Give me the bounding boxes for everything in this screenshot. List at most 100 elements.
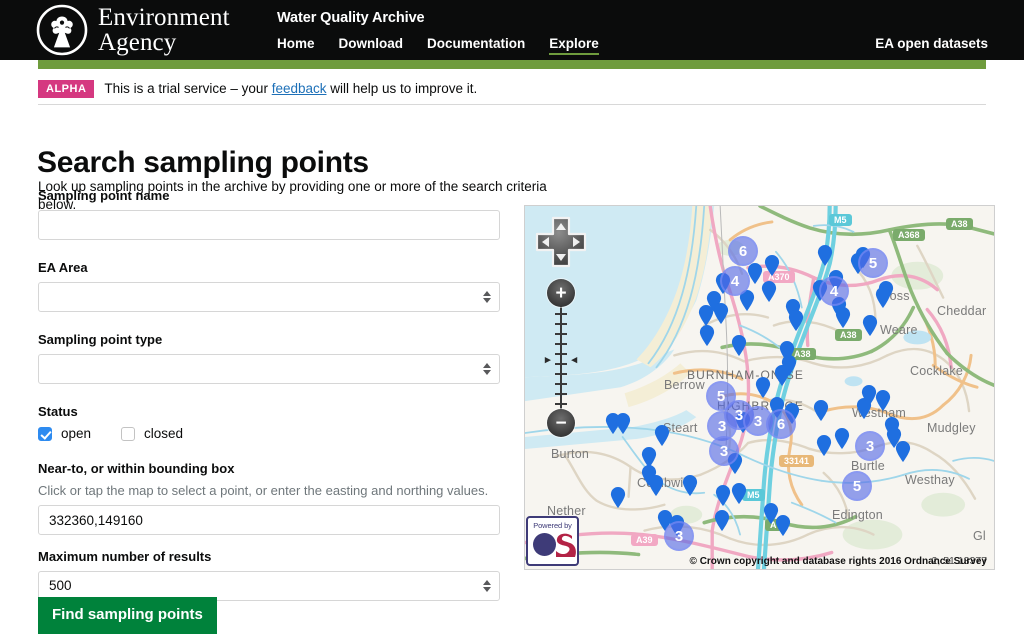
status-open-checkbox[interactable] bbox=[38, 426, 52, 441]
brand-line-2: Agency bbox=[98, 29, 177, 56]
status-closed-label: closed bbox=[144, 426, 184, 441]
map-pin-marker[interactable] bbox=[775, 515, 791, 536]
status-open-label: open bbox=[61, 426, 92, 441]
bounding-box-input[interactable] bbox=[38, 505, 500, 535]
map-cluster-marker[interactable]: 5 bbox=[858, 248, 888, 278]
map-pin-marker[interactable] bbox=[713, 303, 729, 324]
map-cluster-marker[interactable]: 6 bbox=[728, 236, 758, 266]
map-pin-marker[interactable] bbox=[699, 325, 715, 346]
zoom-slider-handle[interactable]: ▸ ◂ bbox=[545, 355, 577, 366]
map-pin-marker[interactable] bbox=[715, 485, 731, 506]
nav-item-ea-open-datasets[interactable]: EA open datasets bbox=[875, 36, 988, 51]
find-sampling-points-button[interactable]: Find sampling points bbox=[38, 597, 217, 634]
map-cluster-marker[interactable]: 6 bbox=[766, 409, 796, 439]
nav-item-home[interactable]: Home bbox=[277, 36, 315, 53]
brand-line-1: Environment bbox=[98, 4, 230, 31]
map-label-westhay: Westhay bbox=[905, 473, 955, 487]
select-spinner-icon bbox=[483, 363, 491, 375]
main-nav: Home Download Documentation Explore bbox=[277, 36, 599, 55]
feedback-link[interactable]: feedback bbox=[272, 81, 327, 96]
map-pin-marker[interactable] bbox=[816, 435, 832, 456]
sampling-point-type-select-value bbox=[38, 354, 500, 384]
nav-item-documentation[interactable]: Documentation bbox=[427, 36, 525, 53]
map-panel[interactable]: Berrow BURNHAM-ON-SE HIGHBRIDGE Steart B… bbox=[524, 205, 995, 570]
map-pin-marker[interactable] bbox=[895, 441, 911, 462]
map-pin-marker[interactable] bbox=[764, 255, 780, 276]
map-cluster-marker[interactable]: 4 bbox=[819, 276, 849, 306]
brand-name: Environment Agency bbox=[98, 5, 230, 55]
map-cluster-marker[interactable]: 3 bbox=[709, 436, 739, 466]
map-pin-marker[interactable] bbox=[648, 475, 664, 496]
map-cluster-marker[interactable]: 5 bbox=[842, 471, 872, 501]
map-shield-a39: A39 bbox=[631, 534, 658, 546]
label-max-results: Maximum number of results bbox=[38, 549, 212, 564]
map-pin-marker[interactable] bbox=[654, 425, 670, 446]
map-pin-marker[interactable] bbox=[682, 475, 698, 496]
map-label-cheddar: Cheddar bbox=[937, 304, 987, 318]
map-pin-marker[interactable] bbox=[834, 428, 850, 449]
pan-cross-icon bbox=[535, 216, 587, 268]
map-zoom-slider[interactable]: + − ▸ ◂ bbox=[545, 279, 577, 437]
zoom-out-button[interactable]: − bbox=[547, 409, 575, 437]
label-sampling-point-type: Sampling point type bbox=[38, 332, 163, 347]
phase-text-after: will help us to improve it. bbox=[326, 81, 478, 96]
status-closed-checkbox[interactable] bbox=[121, 426, 136, 441]
map-pin-marker[interactable] bbox=[755, 377, 771, 398]
map-pin-marker[interactable] bbox=[862, 315, 878, 336]
map-pin-marker[interactable] bbox=[610, 487, 626, 508]
map-shield-a38-b: A38 bbox=[835, 329, 862, 341]
ea-area-select[interactable] bbox=[38, 282, 500, 312]
map-label-cocklake: Cocklake bbox=[910, 364, 964, 378]
map-label-mudgley: Mudgley bbox=[927, 421, 976, 435]
phase-banner: ALPHA This is a trial service – your fee… bbox=[38, 76, 986, 101]
map-shield-a368: A368 bbox=[893, 229, 925, 241]
select-spinner-icon bbox=[483, 580, 491, 592]
phase-text-before: This is a trial service – your bbox=[104, 81, 272, 96]
map-pin-marker[interactable] bbox=[714, 510, 730, 531]
map-pin-marker[interactable] bbox=[698, 305, 714, 326]
nav-item-explore[interactable]: Explore bbox=[549, 36, 599, 55]
label-status: Status bbox=[38, 404, 78, 419]
map-pan-control[interactable] bbox=[534, 215, 588, 269]
map-pin-marker[interactable] bbox=[861, 385, 877, 406]
sampling-point-name-input[interactable] bbox=[38, 210, 500, 240]
map-copyright-credit: © Crown copyright and database rights 20… bbox=[689, 556, 987, 567]
map-pin-marker[interactable] bbox=[731, 335, 747, 356]
map-pin-marker[interactable] bbox=[788, 310, 804, 331]
site-header: Environment Agency Water Quality Archive… bbox=[0, 0, 1024, 60]
environment-agency-roundel-icon bbox=[36, 4, 88, 56]
hint-bounding-box: Click or tap the map to select a point, … bbox=[38, 483, 489, 498]
map-pin-marker[interactable] bbox=[813, 400, 829, 421]
map-pin-marker[interactable] bbox=[761, 281, 777, 302]
ea-area-select-value bbox=[38, 282, 500, 312]
map-pin-marker[interactable] bbox=[731, 483, 747, 504]
label-bounding-box: Near-to, or within bounding box bbox=[38, 461, 235, 476]
nav-item-download[interactable]: Download bbox=[339, 36, 404, 53]
map-pin-marker[interactable] bbox=[774, 365, 790, 386]
brand-logo[interactable]: Environment Agency bbox=[36, 4, 230, 56]
service-title: Water Quality Archive bbox=[277, 10, 425, 26]
header-green-bar bbox=[38, 60, 986, 69]
map-pin-marker[interactable] bbox=[615, 413, 631, 434]
page-title: Search sampling points bbox=[37, 146, 369, 180]
map-label-weare: Weare bbox=[880, 323, 918, 337]
zoom-in-button[interactable]: + bbox=[547, 279, 575, 307]
label-ea-area: EA Area bbox=[38, 260, 88, 275]
map-cluster-marker[interactable]: 4 bbox=[720, 266, 750, 296]
sampling-point-type-select[interactable] bbox=[38, 354, 500, 384]
map-shield-a38: A38 bbox=[946, 218, 973, 230]
os-powered-by-text: Powered by bbox=[533, 521, 572, 530]
select-spinner-icon bbox=[483, 291, 491, 303]
map-pin-marker[interactable] bbox=[835, 307, 851, 328]
phase-banner-text: This is a trial service – your feedback … bbox=[104, 81, 477, 96]
map-pin-marker[interactable] bbox=[817, 245, 833, 266]
map-cluster-marker[interactable]: 3 bbox=[664, 521, 694, 551]
status-checkbox-group: open closed bbox=[38, 426, 500, 441]
map-shield-m5: M5 bbox=[829, 214, 852, 226]
map-cluster-marker[interactable]: 3 bbox=[855, 431, 885, 461]
os-s-glyph-icon bbox=[556, 533, 576, 557]
map-pin-marker[interactable] bbox=[875, 287, 891, 308]
map-label-burton: Burton bbox=[551, 447, 590, 461]
os-mark-icon bbox=[528, 530, 577, 560]
map-pin-marker[interactable] bbox=[875, 390, 891, 411]
